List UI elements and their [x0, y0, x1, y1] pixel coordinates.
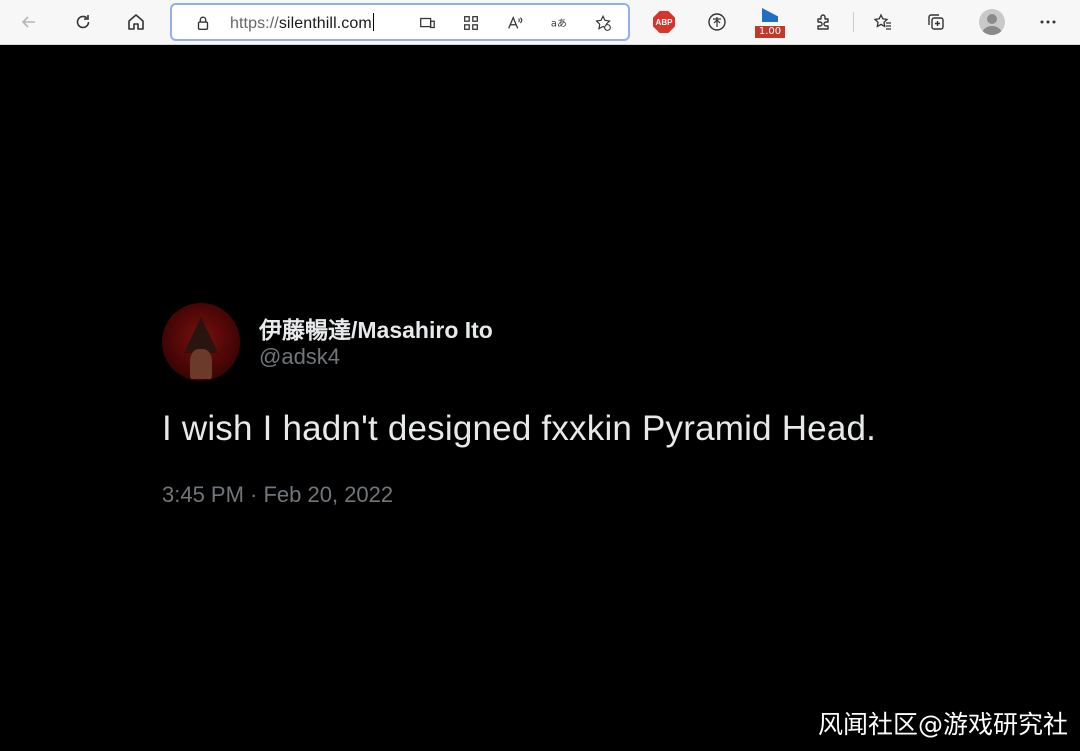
collections-icon — [928, 14, 944, 30]
add-favorite-icon[interactable] — [592, 12, 614, 34]
url-host: silenthill.com — [278, 15, 372, 32]
svg-text:aあ: aあ — [551, 18, 567, 30]
author-display-name[interactable]: 伊藤暢達/Masahiro Ito — [259, 311, 493, 345]
url-scheme: https:// — [230, 15, 279, 32]
refresh-button[interactable] — [66, 5, 100, 39]
profile-button[interactable] — [975, 5, 1009, 39]
settings-menu-button[interactable] — [1031, 5, 1065, 39]
speed-badge: 1.00 — [755, 26, 785, 38]
avatar[interactable] — [162, 303, 240, 381]
arrow-left-icon — [21, 16, 35, 28]
read-aloud-icon[interactable] — [504, 12, 526, 34]
more-icon — [1040, 20, 1056, 24]
toolbar-separator — [853, 12, 854, 32]
author-handle[interactable]: @adsk4 — [259, 344, 340, 370]
adblock-extension-button[interactable]: ABP — [647, 5, 681, 39]
home-button[interactable] — [119, 5, 153, 39]
home-icon — [128, 14, 144, 30]
back-button[interactable] — [12, 5, 46, 39]
avatar-figure-shape — [190, 349, 212, 379]
favorites-icon — [873, 13, 891, 30]
speed-flag-icon — [762, 8, 778, 22]
puzzle-icon — [817, 14, 829, 30]
tweet-text: I wish I hadn't designed fxxkin Pyramid … — [162, 409, 877, 448]
speed-extension-button[interactable]: 1.00 — [754, 6, 786, 40]
app-available-icon[interactable] — [416, 12, 438, 34]
profile-icon — [979, 9, 1005, 35]
browser-toolbar: https://silenthill.com aあ ABP 1.00 — [0, 0, 1080, 45]
refresh-icon — [76, 15, 90, 29]
watermark: 风闻社区@游戏研究社 — [817, 710, 1068, 739]
url-field[interactable]: https://silenthill.com — [230, 13, 374, 33]
qr-code-icon[interactable] — [460, 12, 482, 34]
favorites-button[interactable] — [866, 5, 900, 39]
lock-icon[interactable] — [192, 12, 214, 34]
address-bar[interactable]: https://silenthill.com aあ — [170, 3, 630, 41]
adblock-icon: ABP — [653, 11, 675, 33]
text-caret — [372, 13, 374, 31]
emblem-icon — [708, 13, 726, 31]
avatar-pyramid-shape — [184, 317, 218, 353]
extensions-button[interactable] — [807, 5, 841, 39]
collections-button[interactable] — [919, 5, 953, 39]
tweet-timestamp[interactable]: 3:45 PM · Feb 20, 2022 — [162, 482, 393, 508]
ebook-extension-button[interactable] — [700, 5, 734, 39]
translate-icon[interactable]: aあ — [548, 12, 570, 34]
